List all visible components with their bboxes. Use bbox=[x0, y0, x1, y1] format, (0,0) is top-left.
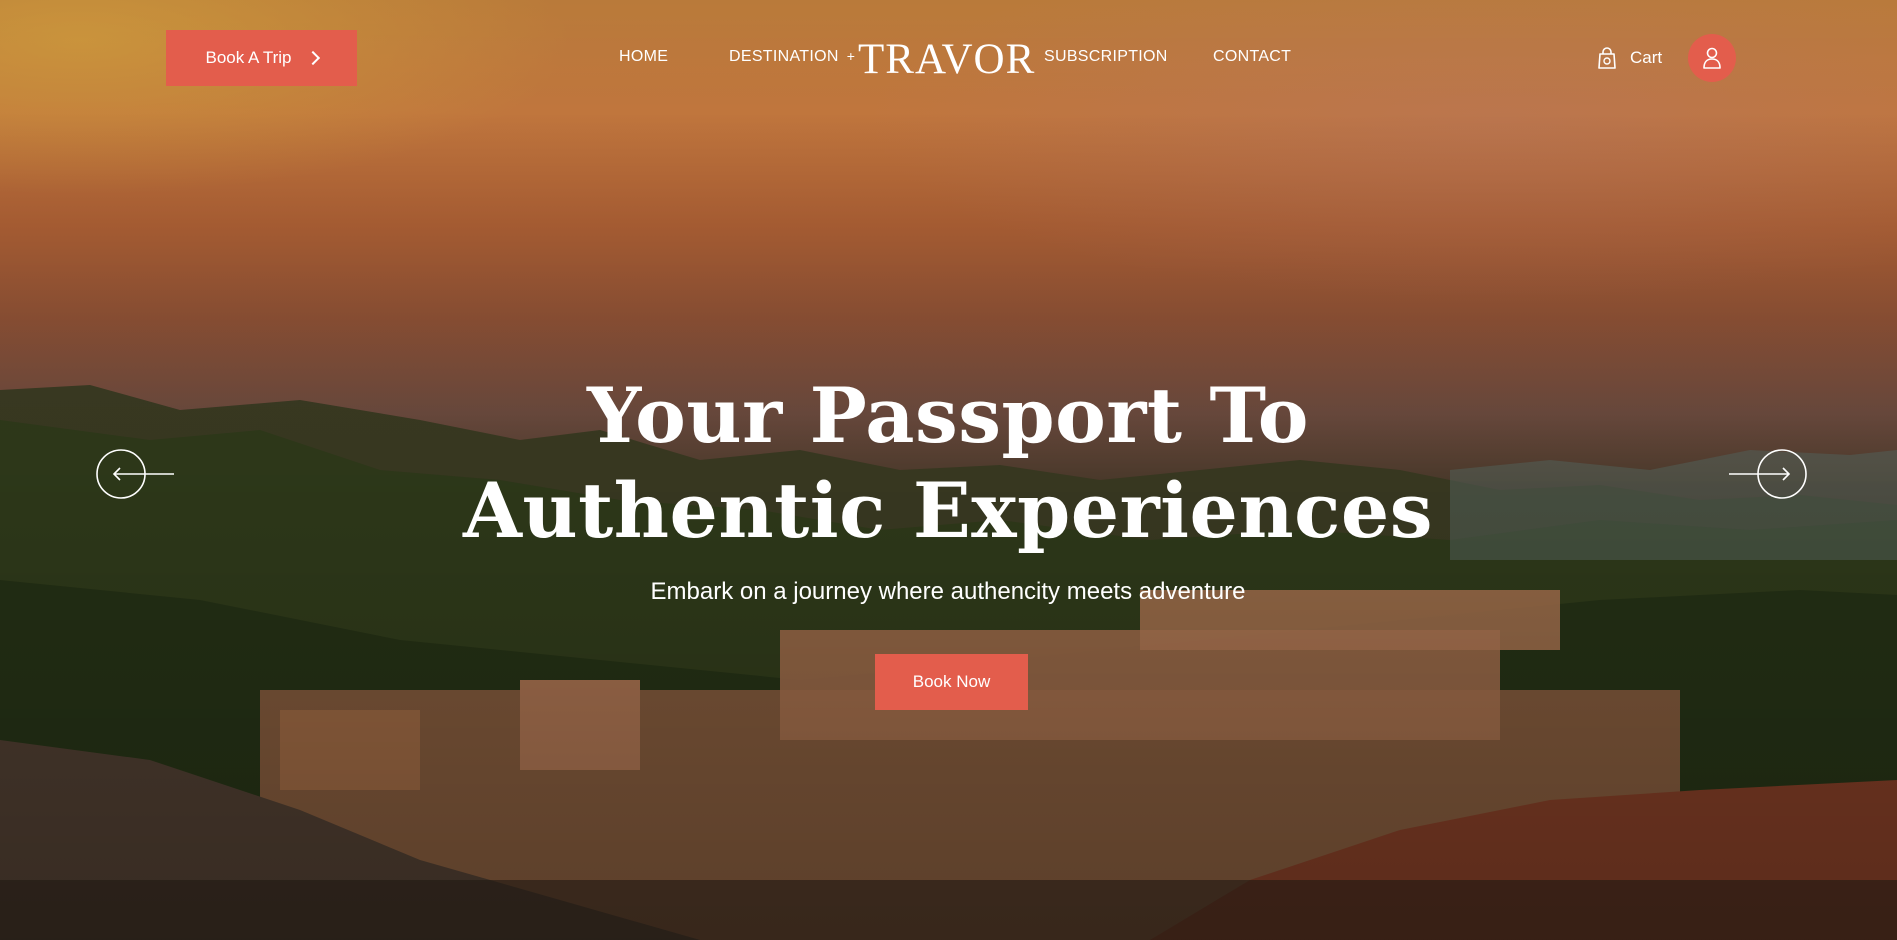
nav-subscription[interactable]: SUBSCRIPTION bbox=[1044, 48, 1168, 66]
nav-home[interactable]: HOME bbox=[619, 48, 668, 66]
arrow-right-icon[interactable] bbox=[1727, 449, 1807, 499]
chevron-right-icon bbox=[305, 50, 320, 66]
hero-subline: Embark on a journey where authencity mee… bbox=[650, 578, 1246, 605]
user-icon bbox=[1703, 47, 1721, 69]
book-now-button[interactable]: Book Now bbox=[875, 654, 1028, 710]
headline-line-2: Authentic Experiences bbox=[462, 466, 1434, 555]
nav-destination[interactable]: DESTINATION + bbox=[729, 48, 855, 66]
nav-contact[interactable]: CONTACT bbox=[1213, 48, 1291, 66]
book-trip-button[interactable]: Book A Trip bbox=[166, 30, 357, 86]
arrow-left-icon[interactable] bbox=[96, 449, 176, 499]
nav-destination-label: DESTINATION bbox=[729, 48, 839, 65]
hero-headline: Your Passport To Authentic Experiences bbox=[448, 368, 1448, 558]
cart-button[interactable]: Cart bbox=[1596, 46, 1662, 70]
user-account-button[interactable] bbox=[1688, 34, 1736, 82]
shopping-bag-icon bbox=[1598, 47, 1616, 69]
book-trip-label: Book A Trip bbox=[205, 48, 292, 67]
cart-label: Cart bbox=[1630, 48, 1663, 67]
plus-icon: + bbox=[846, 48, 856, 64]
site-logo[interactable]: TRAVOR bbox=[858, 34, 1035, 86]
headline-line-1: Your Passport To bbox=[587, 371, 1309, 460]
